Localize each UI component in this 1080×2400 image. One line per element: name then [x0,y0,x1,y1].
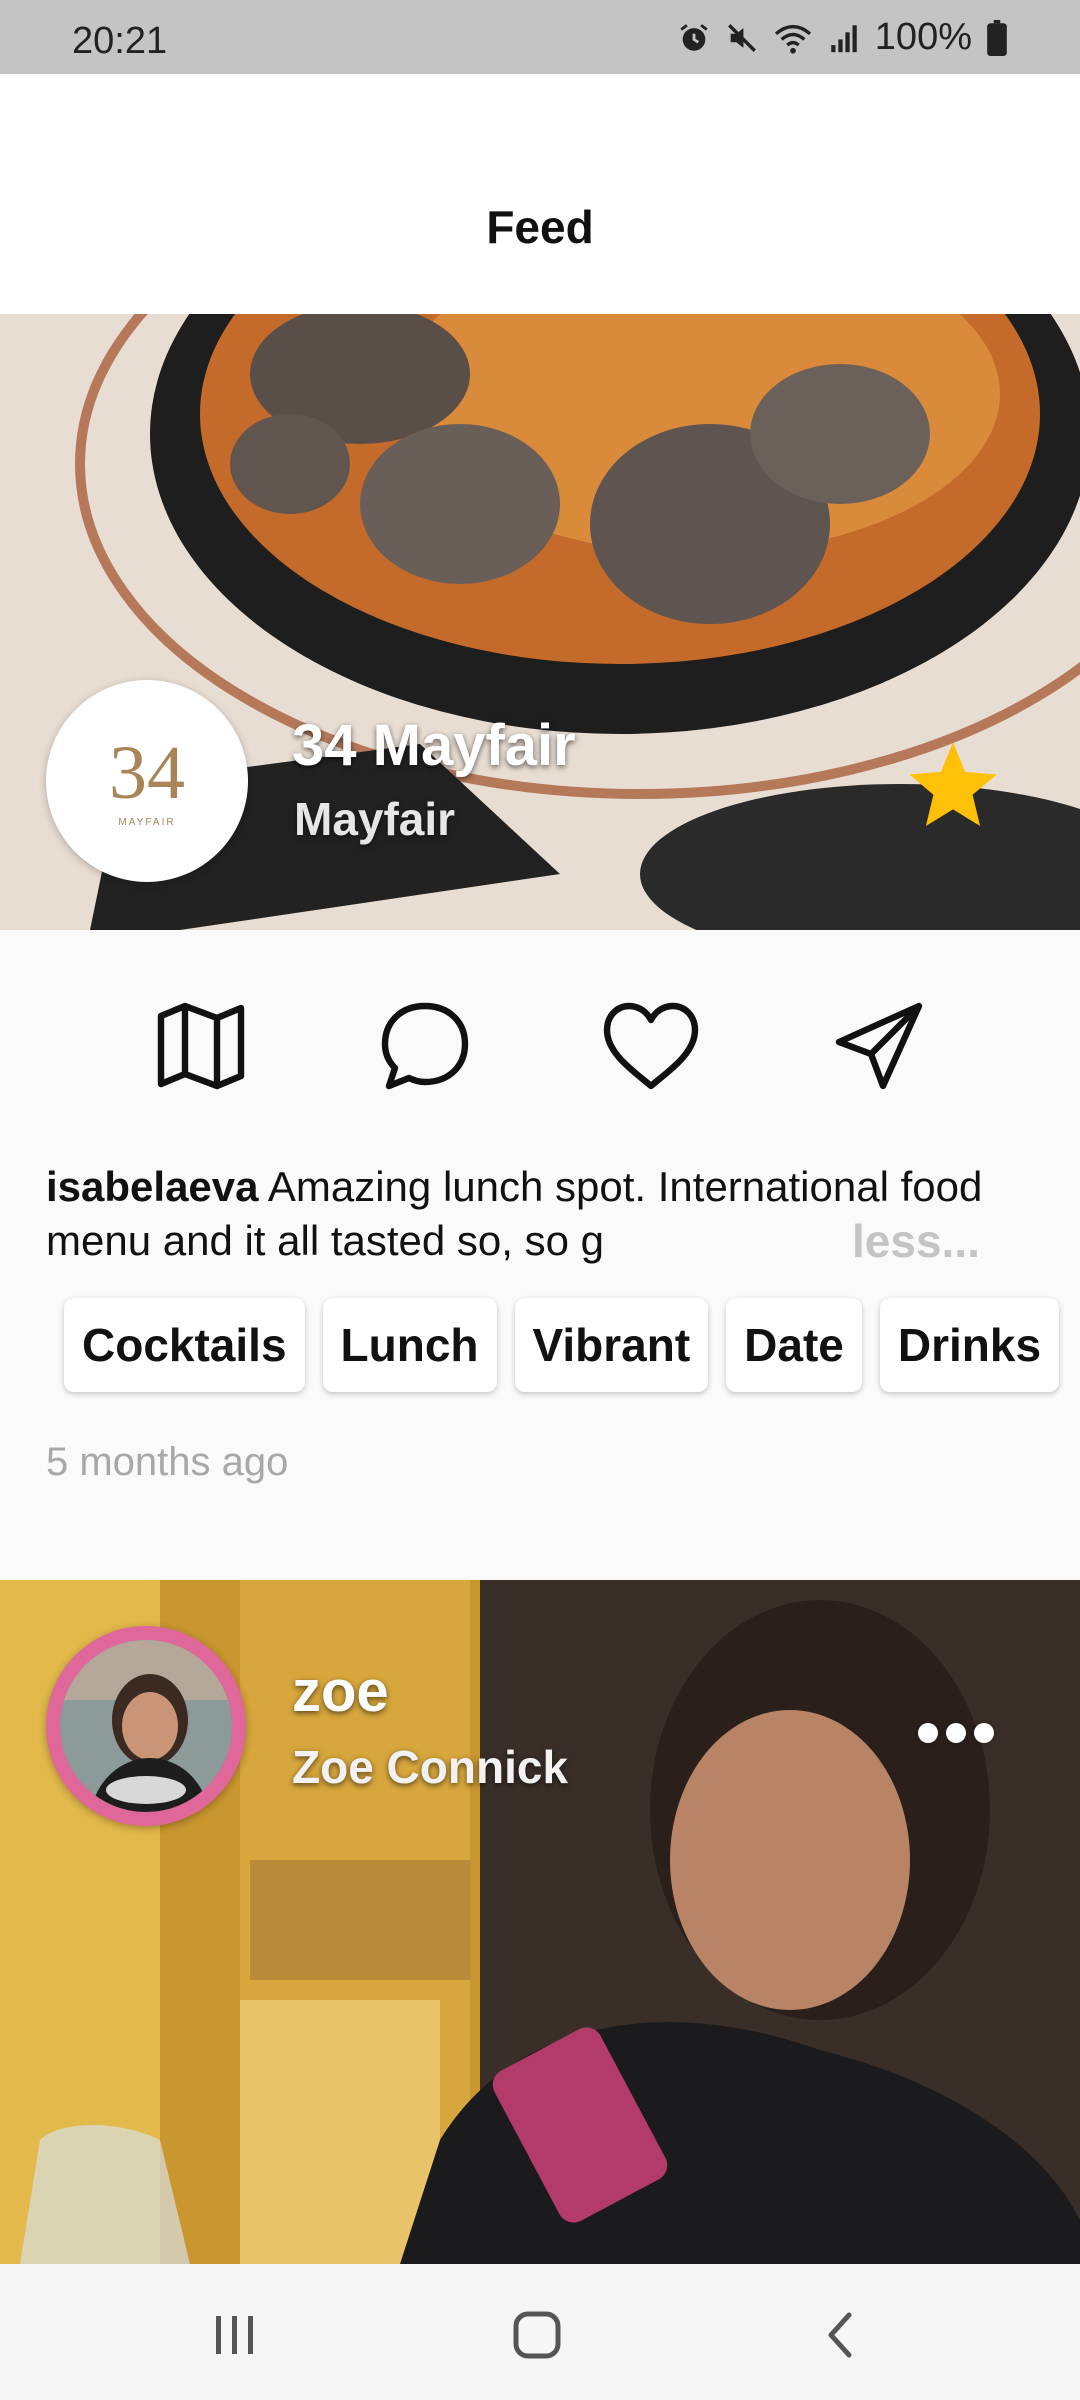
venue-area: Mayfair [294,793,456,845]
caption-less-toggle[interactable]: less... [852,1214,980,1268]
like-button[interactable] [596,996,706,1096]
mute-icon [727,23,756,52]
caption-username[interactable]: isabelaeva [46,1163,259,1210]
heart-icon [603,1002,699,1090]
post-timestamp: 5 months ago [46,1440,289,1484]
avatar[interactable] [46,1626,246,1826]
tag-chip[interactable]: Vibrant [514,1298,709,1392]
app-header: Feed [0,74,1080,314]
map-icon [157,1002,245,1090]
more-dot [918,1723,938,1743]
status-time: 20:21 [72,20,168,62]
status-icons: 100% [677,16,1008,59]
recents-icon [216,2316,253,2354]
venue-logo-subtext: MAYFAIR [118,816,176,828]
recents-button[interactable] [190,2290,280,2380]
alarm-icon [680,23,708,51]
tag-chip[interactable]: Cocktails [64,1298,305,1392]
home-icon [513,2311,561,2359]
avatar-photo [60,1640,232,1812]
battery-icon [987,19,1007,56]
more-dot [974,1723,994,1743]
venue-logo[interactable]: 34 MAYFAIR [46,680,248,882]
tag-chip[interactable]: Drinks [879,1298,1060,1392]
venue-logo-number: 34 [109,730,185,815]
back-button[interactable] [796,2290,886,2380]
post-username[interactable]: zoe [292,1658,389,1725]
map-button[interactable] [146,996,256,1096]
system-nav-bar [0,2264,1080,2400]
tag-chip[interactable]: Lunch [322,1298,497,1392]
signal-icon [831,24,857,52]
star-icon[interactable] [900,736,1006,836]
comment-icon [381,1002,469,1090]
share-icon [835,1002,923,1090]
share-button[interactable] [824,996,934,1096]
post-user-fullname: Zoe Connick [292,1741,569,1793]
tag-list: Cocktails Lunch Vibrant Date Drinks [64,1298,1060,1392]
venue-name[interactable]: 34 Mayfair [292,712,576,779]
more-options-button[interactable] [918,1716,998,1750]
comment-button[interactable] [370,996,480,1096]
page-title: Feed [486,201,594,253]
status-bar: 20:21 100% [0,0,1080,74]
back-icon [828,2312,852,2358]
battery-percent: 100% [874,16,972,58]
more-dot [946,1723,966,1743]
tag-chip[interactable]: Date [726,1298,862,1392]
wifi-icon [774,24,811,54]
home-button[interactable] [492,2290,582,2380]
